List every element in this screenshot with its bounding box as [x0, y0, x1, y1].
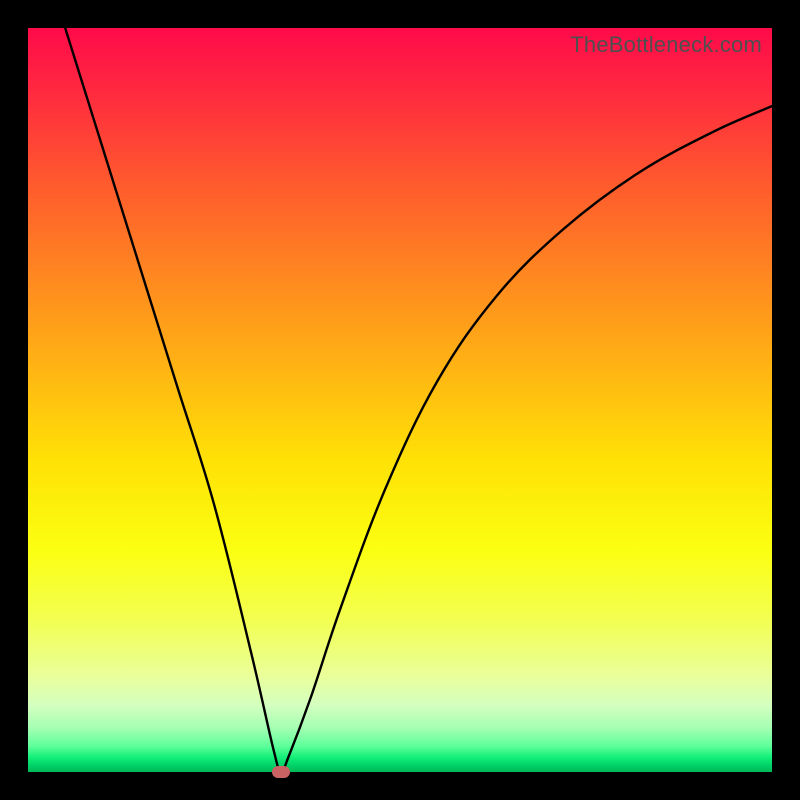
- curve-svg: [28, 28, 772, 772]
- bottleneck-curve-path: [65, 28, 772, 772]
- minimum-marker: [272, 766, 290, 778]
- chart-frame: TheBottleneck.com: [0, 0, 800, 800]
- plot-area: TheBottleneck.com: [28, 28, 772, 772]
